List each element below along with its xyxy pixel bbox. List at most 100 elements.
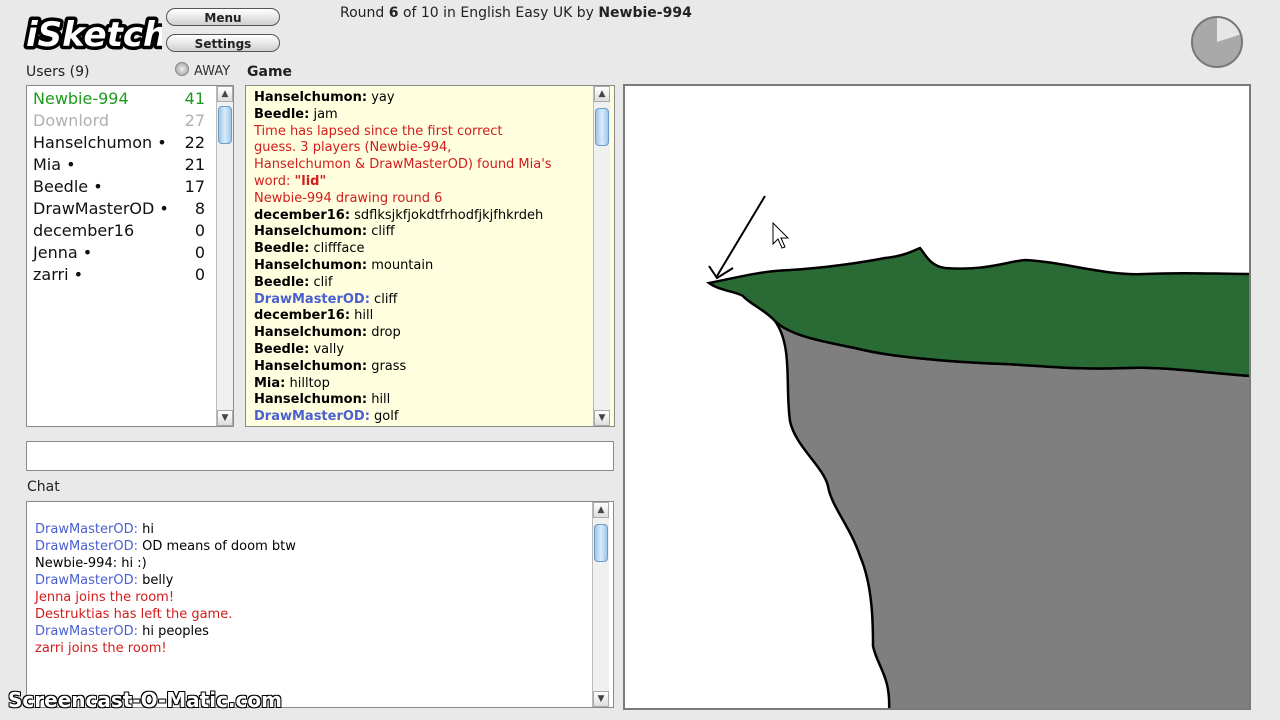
- log-message: Beedle: cliffface: [254, 241, 594, 258]
- drawing-artwork: [705, 195, 1249, 708]
- log-message: Destruktias has left the game.: [35, 606, 595, 623]
- svg-text:iSketch: iSketch: [26, 15, 162, 55]
- scroll-thumb[interactable]: [595, 108, 609, 146]
- message-text: sdflksjkfjokdtfrhodfjkjfhkrdeh: [350, 207, 544, 223]
- message-text: cliff: [367, 224, 395, 240]
- log-message: DrawMasterOD: hi peoples: [35, 623, 595, 640]
- scroll-thumb[interactable]: [594, 524, 608, 562]
- log-message: DrawMasterOD: belly: [35, 572, 595, 589]
- message-author: DrawMasterOD:: [35, 573, 138, 588]
- message-author: DrawMasterOD:: [254, 409, 370, 425]
- chat-log: DrawMasterOD: hi DrawMasterOD: OD means o…: [35, 521, 595, 657]
- round-mid: of 10 in English Easy UK by: [398, 5, 599, 21]
- user-row[interactable]: Hanselchumon • 22: [33, 132, 205, 154]
- scroll-up-icon[interactable]: ▲: [217, 86, 233, 102]
- user-row[interactable]: zarri • 0: [33, 264, 205, 286]
- log-message: Beedle: jam: [254, 107, 594, 124]
- message-author: Hanselchumon:: [254, 257, 368, 273]
- message-text: golf: [369, 409, 399, 425]
- drawing-canvas[interactable]: [623, 84, 1251, 710]
- user-name: DrawMasterOD •: [33, 199, 169, 218]
- scroll-up-icon[interactable]: ▲: [594, 86, 610, 102]
- message-text: Time has lapsed since the first correct: [254, 123, 503, 139]
- isketch-logo: iSketch iSketch: [23, 12, 163, 59]
- log-message: guess. 3 players (Newbie-994,: [254, 140, 594, 157]
- user-score: 17: [184, 177, 205, 196]
- user-name: Mia •: [33, 155, 76, 174]
- message-author: Hanselchumon:: [254, 358, 368, 374]
- chat-scrollbar[interactable]: ▲ ▼: [592, 502, 609, 707]
- log-message: Hanselchumon: grass: [254, 359, 594, 376]
- user-row[interactable]: DrawMasterOD • 8: [33, 198, 205, 220]
- message-text: guess. 3 players (Newbie-994,: [254, 140, 452, 156]
- message-author: DrawMasterOD:: [35, 539, 138, 554]
- message-text: hi: [137, 522, 154, 537]
- user-score: 0: [194, 243, 205, 262]
- log-message: Jenna joins the room!: [35, 589, 595, 606]
- message-text: jam: [309, 106, 338, 122]
- log-message: DrawMasterOD: golf: [254, 409, 594, 426]
- guess-input[interactable]: [26, 441, 614, 471]
- user-name: Hanselchumon •: [33, 133, 167, 152]
- message-author: Hanselchumon:: [254, 224, 368, 240]
- message-text: grass: [367, 358, 407, 374]
- user-name: zarri •: [33, 265, 84, 284]
- log-message: december16: sdflksjkfjokdtfrhodfjkjfhkrd…: [254, 208, 594, 225]
- message-text: drop: [367, 325, 401, 341]
- message-text: clif: [309, 274, 333, 290]
- scroll-up-icon[interactable]: ▲: [593, 502, 609, 518]
- user-row[interactable]: Beedle • 17: [33, 176, 205, 198]
- log-message: Newbie-994 drawing round 6: [254, 191, 594, 208]
- user-row[interactable]: Newbie-994 41: [33, 88, 205, 110]
- message-author: Beedle:: [254, 106, 310, 122]
- away-toggle-icon[interactable]: [175, 62, 189, 76]
- watermark: Screencast-O-Matic.com: [8, 688, 282, 712]
- message-author: DrawMasterOD:: [35, 522, 138, 537]
- message-text: hill: [367, 392, 391, 408]
- game-scrollbar[interactable]: ▲ ▼: [593, 86, 610, 426]
- user-name: Beedle •: [33, 177, 103, 196]
- message-text: hilltop: [285, 375, 330, 391]
- game-log: Hanselchumon: yay Beedle: jam Time has lap…: [254, 90, 594, 426]
- user-score: 41: [184, 89, 205, 108]
- log-message: word: "lid": [254, 174, 594, 191]
- user-row[interactable]: Downlord 27: [33, 110, 205, 132]
- log-message: Newbie-994: hi :): [35, 555, 595, 572]
- message-text: vally: [309, 341, 345, 357]
- log-message: DrawMasterOD: OD means of doom btw: [35, 538, 595, 555]
- log-message: december16: hill: [254, 308, 594, 325]
- user-row[interactable]: Mia • 21: [33, 154, 205, 176]
- user-row[interactable]: Jenna • 0: [33, 242, 205, 264]
- log-message: DrawMasterOD: cliff: [254, 292, 594, 309]
- log-message: Hanselchumon & DrawMasterOD) found Mia's: [254, 157, 594, 174]
- scroll-down-icon[interactable]: ▼: [217, 410, 233, 426]
- user-score: 27: [184, 111, 205, 130]
- log-message: Hanselchumon: yay: [254, 90, 594, 107]
- user-score: 8: [194, 199, 205, 218]
- message-author: Beedle:: [254, 341, 310, 357]
- message-text: yay: [367, 90, 395, 105]
- log-message: zarri joins the room!: [35, 640, 595, 657]
- message-text: hill: [350, 308, 374, 324]
- mouse-cursor-icon: [772, 221, 790, 249]
- user-score: 0: [194, 265, 205, 284]
- log-message: Hanselchumon: drop: [254, 325, 594, 342]
- user-row[interactable]: december16 0: [33, 220, 205, 242]
- round-prefix: Round: [340, 5, 389, 21]
- message-author: Mia:: [254, 375, 286, 391]
- user-name: Newbie-994: [33, 89, 129, 108]
- settings-button[interactable]: Settings: [166, 34, 280, 52]
- scroll-down-icon[interactable]: ▼: [593, 691, 609, 707]
- message-author: Hanselchumon:: [254, 90, 368, 105]
- scroll-down-icon[interactable]: ▼: [594, 410, 610, 426]
- users-scrollbar[interactable]: ▲ ▼: [216, 86, 233, 426]
- scroll-thumb[interactable]: [218, 106, 232, 144]
- user-score: 21: [184, 155, 205, 174]
- message-author: DrawMasterOD:: [35, 624, 138, 639]
- message-author: Hanselchumon:: [254, 392, 368, 408]
- round-current: 6: [388, 5, 399, 21]
- log-message: Beedle: vally: [254, 342, 594, 359]
- log-message: Hanselchumon: hill: [254, 392, 594, 409]
- message-text: hi :): [117, 556, 147, 571]
- menu-button[interactable]: Menu: [166, 8, 280, 26]
